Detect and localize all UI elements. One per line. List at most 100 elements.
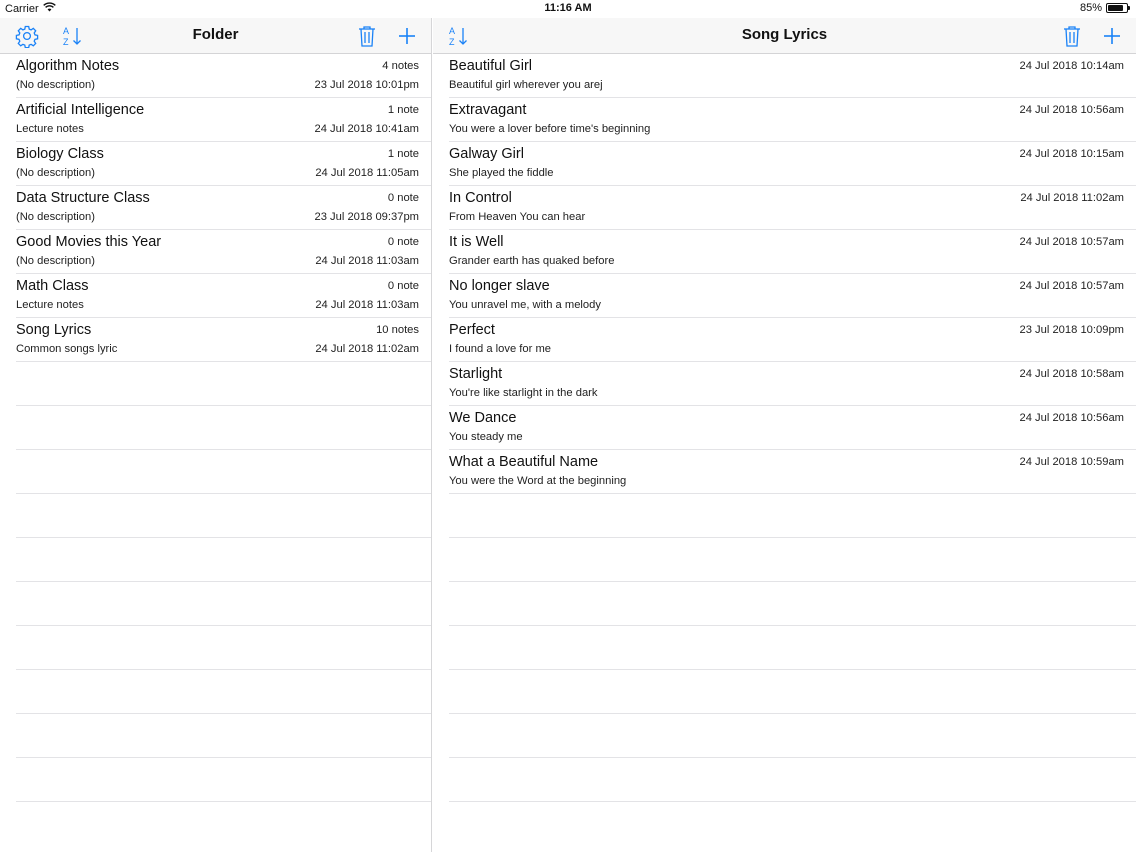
folder-row[interactable]: Song Lyrics Common songs lyric 10 notes … <box>16 318 431 362</box>
folder-row[interactable]: Biology Class (No description) 1 note 24… <box>16 142 431 186</box>
note-date: 24 Jul 2018 10:57am <box>1019 280 1125 292</box>
notes-pane: A Z Song Lyrics Beautiful Girl Beautiful… <box>433 18 1136 852</box>
folder-pane: A Z Folder Algorithm Notes (No descripti… <box>0 18 432 852</box>
folder-name: Good Movies this Year <box>16 234 162 250</box>
folder-description: (No description) <box>16 167 95 179</box>
note-date: 24 Jul 2018 10:57am <box>1019 236 1125 248</box>
folder-name: Song Lyrics <box>16 322 92 338</box>
note-date: 23 Jul 2018 10:09pm <box>1019 324 1125 336</box>
note-date: 24 Jul 2018 10:14am <box>1019 60 1125 72</box>
empty-row <box>16 714 431 758</box>
note-title: No longer slave <box>449 278 550 294</box>
folder-note-count: 0 note <box>387 236 419 248</box>
folder-description: (No description) <box>16 255 95 267</box>
note-title: What a Beautiful Name <box>449 454 599 470</box>
empty-row <box>449 626 1136 670</box>
folder-name: Data Structure Class <box>16 190 150 206</box>
folder-note-count: 1 note <box>387 104 419 116</box>
note-date: 24 Jul 2018 10:56am <box>1019 412 1125 424</box>
empty-row <box>449 758 1136 802</box>
notes-list: Beautiful Girl Beautiful girl wherever y… <box>433 54 1136 802</box>
note-row[interactable]: Starlight You're like starlight in the d… <box>449 362 1136 406</box>
folder-date: 24 Jul 2018 11:02am <box>315 343 419 355</box>
folder-note-count: 4 notes <box>382 60 419 72</box>
folder-navbar: A Z Folder <box>0 18 431 54</box>
note-date: 24 Jul 2018 10:15am <box>1019 148 1125 160</box>
empty-row <box>16 626 431 670</box>
folder-date: 24 Jul 2018 11:03am <box>315 299 419 311</box>
folder-row[interactable]: Good Movies this Year (No description) 0… <box>16 230 431 274</box>
folder-description: Common songs lyric <box>16 343 118 355</box>
plus-icon[interactable] <box>393 22 421 50</box>
note-title: In Control <box>449 190 512 206</box>
empty-row <box>449 582 1136 626</box>
folder-note-count: 10 notes <box>376 324 419 336</box>
note-title: Extravagant <box>449 102 527 118</box>
note-preview: Grander earth has quaked before <box>449 255 615 267</box>
folder-description: Lecture notes <box>16 123 84 135</box>
note-date: 24 Jul 2018 10:59am <box>1019 456 1125 468</box>
folder-date: 24 Jul 2018 11:05am <box>315 167 419 179</box>
folder-list: Algorithm Notes (No description) 4 notes… <box>0 54 431 802</box>
empty-row <box>16 494 431 538</box>
note-preview: You were the Word at the beginning <box>449 475 627 487</box>
folder-date: 23 Jul 2018 10:01pm <box>314 79 420 91</box>
folder-note-count: 0 note <box>387 192 419 204</box>
note-date: 24 Jul 2018 11:02am <box>1020 192 1124 204</box>
folder-name: Algorithm Notes <box>16 58 120 74</box>
folder-note-count: 1 note <box>387 148 419 160</box>
note-row[interactable]: In Control From Heaven You can hear 24 J… <box>449 186 1136 230</box>
note-row[interactable]: We Dance You steady me 24 Jul 2018 10:56… <box>449 406 1136 450</box>
empty-row <box>449 714 1136 758</box>
note-title: Beautiful Girl <box>449 58 533 74</box>
empty-row <box>16 362 431 406</box>
folder-date: 23 Jul 2018 09:37pm <box>314 211 420 223</box>
note-date: 24 Jul 2018 10:58am <box>1019 368 1125 380</box>
note-row[interactable]: Beautiful Girl Beautiful girl wherever y… <box>449 54 1136 98</box>
note-title: Starlight <box>449 366 503 382</box>
plus-icon[interactable] <box>1098 22 1126 50</box>
folder-row[interactable]: Algorithm Notes (No description) 4 notes… <box>16 54 431 98</box>
folder-row[interactable]: Data Structure Class (No description) 0 … <box>16 186 431 230</box>
folder-note-count: 0 note <box>387 280 419 292</box>
note-preview: You're like starlight in the dark <box>449 387 598 399</box>
note-date: 24 Jul 2018 10:56am <box>1019 104 1125 116</box>
folder-description: (No description) <box>16 79 95 91</box>
note-title: Perfect <box>449 322 495 338</box>
trash-icon[interactable] <box>353 22 381 50</box>
folder-date: 24 Jul 2018 11:03am <box>315 255 419 267</box>
note-title: It is Well <box>449 234 504 250</box>
empty-row <box>449 670 1136 714</box>
empty-row <box>16 538 431 582</box>
notes-pane-title: Song Lyrics <box>741 26 828 43</box>
folder-description: (No description) <box>16 211 95 223</box>
note-preview: You were a lover before time's beginning <box>449 123 651 135</box>
note-title: We Dance <box>449 410 517 426</box>
folder-row[interactable]: Artificial Intelligence Lecture notes 1 … <box>16 98 431 142</box>
folder-description: Lecture notes <box>16 299 84 311</box>
empty-row <box>16 670 431 714</box>
note-row[interactable]: Extravagant You were a lover before time… <box>449 98 1136 142</box>
note-preview: She played the fiddle <box>449 167 554 179</box>
empty-row <box>16 758 431 802</box>
battery-indicator: 85% <box>1080 2 1130 14</box>
note-row[interactable]: Perfect I found a love for me 23 Jul 201… <box>449 318 1136 362</box>
empty-row <box>449 538 1136 582</box>
note-row[interactable]: Galway Girl She played the fiddle 24 Jul… <box>449 142 1136 186</box>
folder-date: 24 Jul 2018 10:41am <box>314 123 420 135</box>
empty-row <box>16 406 431 450</box>
note-preview: From Heaven You can hear <box>449 211 586 223</box>
note-row[interactable]: What a Beautiful Name You were the Word … <box>449 450 1136 494</box>
note-row[interactable]: It is Well Grander earth has quaked befo… <box>449 230 1136 274</box>
clock: 11:16 AM <box>544 2 592 14</box>
trash-icon[interactable] <box>1058 22 1086 50</box>
status-bar: Carrier 11:16 AM 85% <box>0 0 1136 18</box>
folder-row[interactable]: Math Class Lecture notes 0 note 24 Jul 2… <box>16 274 431 318</box>
folder-name: Biology Class <box>16 146 104 162</box>
folder-name: Math Class <box>16 278 89 294</box>
notes-navbar: A Z Song Lyrics <box>433 18 1136 54</box>
empty-row <box>16 450 431 494</box>
note-title: Galway Girl <box>449 146 524 162</box>
note-row[interactable]: No longer slave You unravel me, with a m… <box>449 274 1136 318</box>
note-preview: Beautiful girl wherever you arej <box>449 79 603 91</box>
